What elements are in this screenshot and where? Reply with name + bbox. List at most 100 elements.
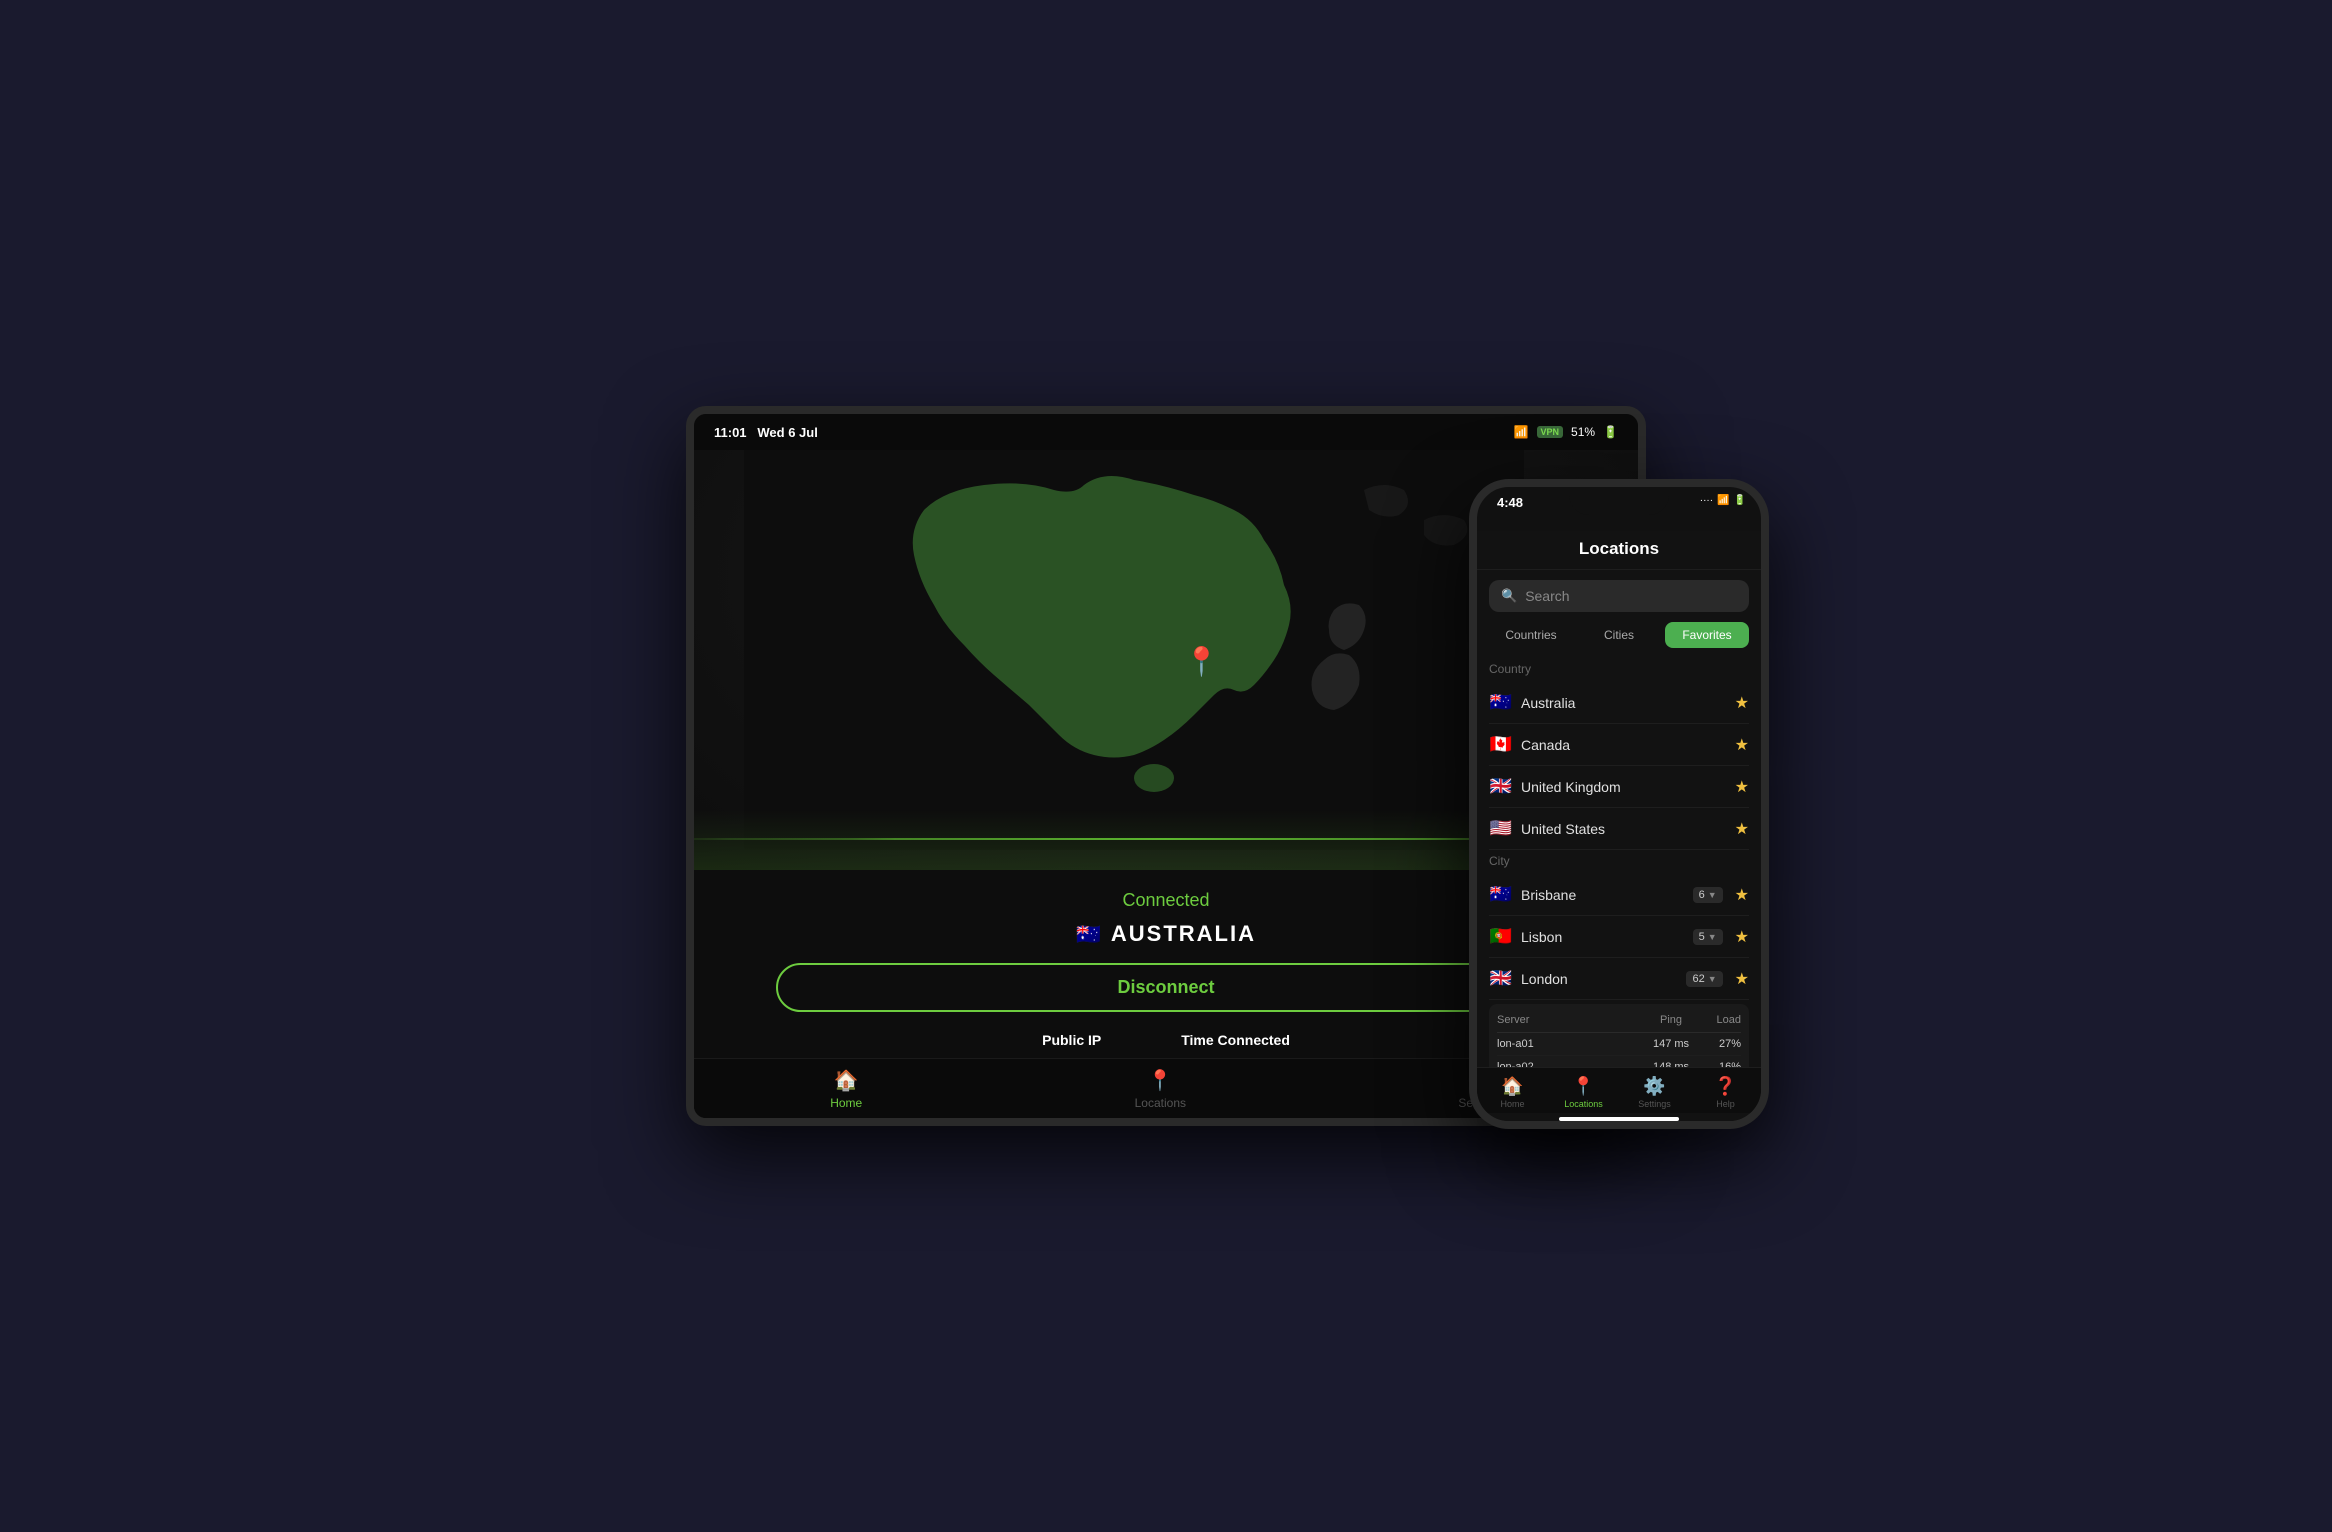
- ph-nav-help[interactable]: ❓ Help: [1690, 1076, 1761, 1109]
- tablet-status-bar: 11:01 Wed 6 Jul 📶 VPN 51% 🔋: [694, 414, 1638, 450]
- ping-col-header: Ping: [1641, 1014, 1701, 1026]
- ph-help-label: Help: [1716, 1099, 1735, 1109]
- locations-icon: 📍: [1148, 1068, 1173, 1093]
- vpn-badge: VPN: [1537, 426, 1564, 438]
- tablet-time: 11:01 Wed 6 Jul: [714, 425, 818, 440]
- phone-signal-dots: ····: [1700, 495, 1713, 506]
- info-row: Public IP Time Connected: [1042, 1032, 1290, 1048]
- phone-nav: 🏠 Home 📍 Locations ⚙️ Settings ❓ Help: [1477, 1067, 1761, 1113]
- list-item-australia[interactable]: 🇦🇺 Australia ★: [1489, 682, 1749, 724]
- uk-flag: 🇬🇧: [1489, 776, 1513, 797]
- locations-list: Country 🇦🇺 Australia ★ 🇨🇦 Canada ★ 🇬🇧 U: [1477, 658, 1761, 1067]
- server-table-header: Server Ping Load: [1497, 1010, 1741, 1033]
- uk-name: United Kingdom: [1521, 779, 1727, 795]
- us-flag: 🇺🇸: [1489, 818, 1513, 839]
- ph-home-icon: 🏠: [1501, 1076, 1523, 1097]
- ph-settings-icon: ⚙️: [1643, 1076, 1665, 1097]
- phone-search[interactable]: 🔍 Search: [1489, 580, 1749, 612]
- phone-body: Locations 🔍 Search Countries Cities Favo…: [1477, 531, 1761, 1121]
- australia-flag: 🇦🇺: [1489, 692, 1513, 713]
- tab-cities[interactable]: Cities: [1577, 622, 1661, 648]
- us-name: United States: [1521, 821, 1727, 837]
- tasmania-path: [1134, 764, 1174, 792]
- disconnect-button[interactable]: Disconnect: [776, 963, 1556, 1012]
- ph-nav-home[interactable]: 🏠 Home: [1477, 1076, 1548, 1109]
- london-star[interactable]: ★: [1735, 969, 1749, 989]
- list-item-lisbon[interactable]: 🇵🇹 Lisbon 5 ▼ ★: [1489, 916, 1749, 958]
- phone-status-right: ···· 📶 🔋: [1700, 495, 1746, 506]
- brisbane-count: 6: [1699, 889, 1705, 901]
- phone: 4:48 ···· 📶 🔋 Locations 🔍 Search Countri…: [1469, 479, 1769, 1129]
- load-col-header: Load: [1701, 1014, 1741, 1026]
- home-icon: 🏠: [834, 1068, 859, 1093]
- brisbane-flag: 🇦🇺: [1489, 884, 1513, 905]
- london-count: 62: [1692, 973, 1704, 985]
- home-indicator: [1559, 1117, 1679, 1121]
- london-badge[interactable]: 62 ▼: [1686, 971, 1722, 987]
- tab-favorites[interactable]: Favorites: [1665, 622, 1749, 648]
- phone-tabs: Countries Cities Favorites: [1489, 622, 1749, 648]
- list-item-canada[interactable]: 🇨🇦 Canada ★: [1489, 724, 1749, 766]
- lisbon-count: 5: [1699, 931, 1705, 943]
- lisbon-name: Lisbon: [1521, 929, 1685, 945]
- lisbon-badge[interactable]: 5 ▼: [1693, 929, 1723, 945]
- phone-title: Locations: [1579, 539, 1659, 558]
- phone-notch: [1569, 487, 1669, 515]
- ph-locations-label: Locations: [1564, 1099, 1603, 1109]
- wifi-icon: 📶: [1514, 425, 1529, 439]
- ph-nav-settings[interactable]: ⚙️ Settings: [1619, 1076, 1690, 1109]
- brisbane-badge[interactable]: 6 ▼: [1693, 887, 1723, 903]
- australia-name: Australia: [1521, 695, 1727, 711]
- list-item-uk[interactable]: 🇬🇧 United Kingdom ★: [1489, 766, 1749, 808]
- phone-battery-icon: 🔋: [1734, 495, 1746, 506]
- us-star[interactable]: ★: [1735, 819, 1749, 839]
- ph-help-icon: ❓: [1714, 1076, 1736, 1097]
- list-item-us[interactable]: 🇺🇸 United States ★: [1489, 808, 1749, 850]
- lisbon-flag: 🇵🇹: [1489, 926, 1513, 947]
- phone-header: Locations: [1477, 531, 1761, 570]
- country-name: AUSTRALIA: [1111, 921, 1256, 947]
- phone-time: 4:48: [1497, 495, 1523, 510]
- london-flag: 🇬🇧: [1489, 968, 1513, 989]
- map-svg: [744, 450, 1524, 850]
- lisbon-star[interactable]: ★: [1735, 927, 1749, 947]
- country-row: 🇦🇺 AUSTRALIA: [1076, 921, 1256, 947]
- search-icon: 🔍: [1501, 588, 1517, 604]
- server-table: Server Ping Load lon-a01 147 ms 27% lon-…: [1489, 1004, 1749, 1067]
- tablet-status-right: 📶 VPN 51% 🔋: [1514, 425, 1618, 439]
- time-connected-label: Time Connected: [1181, 1032, 1290, 1048]
- connected-label: Connected: [1122, 890, 1209, 911]
- london-chevron: ▼: [1708, 974, 1717, 984]
- location-pin: 📍: [1184, 645, 1219, 678]
- canada-name: Canada: [1521, 737, 1727, 753]
- lisbon-chevron: ▼: [1708, 932, 1717, 942]
- server-ping-1: 147 ms: [1641, 1038, 1701, 1050]
- country-section-label: Country: [1489, 662, 1749, 676]
- server-name-1: lon-a01: [1497, 1038, 1641, 1050]
- australia-star[interactable]: ★: [1735, 693, 1749, 713]
- tablet-nav-home[interactable]: 🏠 Home: [830, 1068, 862, 1110]
- brisbane-name: Brisbane: [1521, 887, 1685, 903]
- battery-icon: 🔋: [1603, 425, 1618, 439]
- brisbane-star[interactable]: ★: [1735, 885, 1749, 905]
- canada-flag: 🇨🇦: [1489, 734, 1513, 755]
- server-col-header: Server: [1497, 1014, 1641, 1026]
- server-row-1[interactable]: lon-a01 147 ms 27%: [1497, 1033, 1741, 1056]
- search-placeholder: Search: [1525, 588, 1569, 604]
- ph-locations-icon: 📍: [1572, 1076, 1594, 1097]
- ph-settings-label: Settings: [1638, 1099, 1671, 1109]
- list-item-brisbane[interactable]: 🇦🇺 Brisbane 6 ▼ ★: [1489, 874, 1749, 916]
- uk-star[interactable]: ★: [1735, 777, 1749, 797]
- tablet-nav-home-label: Home: [830, 1096, 862, 1110]
- ph-nav-locations[interactable]: 📍 Locations: [1548, 1076, 1619, 1109]
- list-item-london[interactable]: 🇬🇧 London 62 ▼ ★: [1489, 958, 1749, 1000]
- london-name: London: [1521, 971, 1678, 987]
- tablet-nav-locations[interactable]: 📍 Locations: [1135, 1068, 1186, 1110]
- ph-home-label: Home: [1500, 1099, 1524, 1109]
- tab-countries[interactable]: Countries: [1489, 622, 1573, 648]
- tablet-nav-locations-label: Locations: [1135, 1096, 1186, 1110]
- server-row-2[interactable]: lon-a02 148 ms 16%: [1497, 1056, 1741, 1067]
- brisbane-chevron: ▼: [1708, 890, 1717, 900]
- city-section-label: City: [1489, 854, 1749, 868]
- canada-star[interactable]: ★: [1735, 735, 1749, 755]
